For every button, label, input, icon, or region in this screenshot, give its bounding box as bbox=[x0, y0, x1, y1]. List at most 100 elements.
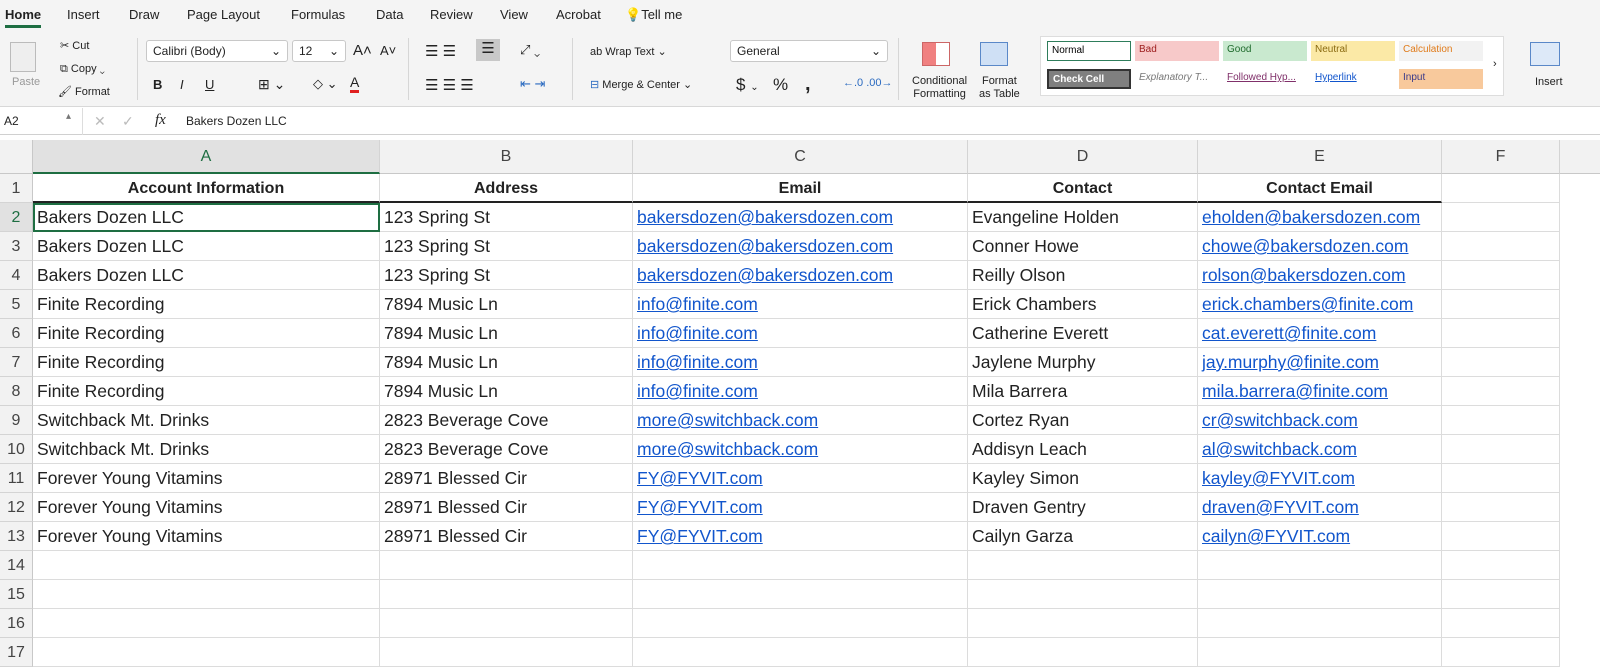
cell-C7[interactable]: info@finite.com bbox=[633, 348, 968, 377]
cell-D2[interactable]: Evangeline Holden bbox=[968, 203, 1198, 232]
cell-C16[interactable] bbox=[633, 609, 968, 638]
tab-home[interactable]: Home bbox=[5, 7, 42, 28]
column-header-C[interactable]: C bbox=[633, 140, 968, 174]
cell-F17[interactable] bbox=[1442, 638, 1560, 667]
cell-C11[interactable]: FY@FYVIT.com bbox=[633, 464, 968, 493]
orientation-icon[interactable]: ⤢ ⌄ bbox=[520, 42, 540, 58]
paste-button[interactable]: Paste bbox=[12, 76, 40, 88]
formula-input[interactable]: Bakers Dozen LLC bbox=[186, 114, 287, 128]
cell-B9[interactable]: 2823 Beverage Cove bbox=[380, 406, 633, 435]
cell-A11[interactable]: Forever Young Vitamins bbox=[33, 464, 380, 493]
percent-button[interactable]: % bbox=[773, 75, 788, 95]
cell-F2[interactable] bbox=[1442, 203, 1560, 232]
cell-F6[interactable] bbox=[1442, 319, 1560, 348]
cell-E11[interactable]: kayley@FYVIT.com bbox=[1198, 464, 1442, 493]
cell-D4[interactable]: Reilly Olson bbox=[968, 261, 1198, 290]
row-header-7[interactable]: 7 bbox=[0, 348, 33, 377]
cell-C13[interactable]: FY@FYVIT.com bbox=[633, 522, 968, 551]
cell-F13[interactable] bbox=[1442, 522, 1560, 551]
comma-button[interactable]: , bbox=[805, 73, 811, 96]
cell-style-neutral[interactable]: Neutral bbox=[1311, 41, 1395, 61]
cell-B8[interactable]: 7894 Music Ln bbox=[380, 377, 633, 406]
cell-A6[interactable]: Finite Recording bbox=[33, 319, 380, 348]
row-header-4[interactable]: 4 bbox=[0, 261, 33, 290]
font-name-select[interactable]: Calibri (Body) ⌄ bbox=[146, 40, 288, 62]
borders-icon[interactable]: ⊞ ⌄ bbox=[258, 76, 285, 93]
cell-A7[interactable]: Finite Recording bbox=[33, 348, 380, 377]
tab-formulas[interactable]: Formulas bbox=[291, 7, 345, 22]
cell-E9[interactable]: cr@switchback.com bbox=[1198, 406, 1442, 435]
cell-D3[interactable]: Conner Howe bbox=[968, 232, 1198, 261]
column-header-B[interactable]: B bbox=[380, 140, 633, 174]
cell-E4[interactable]: rolson@bakersdozen.com bbox=[1198, 261, 1442, 290]
bold-button[interactable]: B bbox=[153, 77, 162, 92]
cell-A4[interactable]: Bakers Dozen LLC bbox=[33, 261, 380, 290]
decrease-font-icon[interactable]: A˅ bbox=[380, 43, 396, 58]
enter-icon[interactable]: ✓ bbox=[122, 113, 134, 130]
cell-E10[interactable]: al@switchback.com bbox=[1198, 435, 1442, 464]
cell-D11[interactable]: Kayley Simon bbox=[968, 464, 1198, 493]
tab-data[interactable]: Data bbox=[376, 7, 403, 22]
cell-B2[interactable]: 123 Spring St bbox=[380, 203, 633, 232]
format-painter-button[interactable]: 🖌 Format bbox=[58, 85, 110, 98]
cell-F1[interactable] bbox=[1442, 174, 1560, 203]
cell-B17[interactable] bbox=[380, 638, 633, 667]
cell-style-normal[interactable]: Normal bbox=[1047, 41, 1131, 61]
row-header-9[interactable]: 9 bbox=[0, 406, 33, 435]
cell-B3[interactable]: 123 Spring St bbox=[380, 232, 633, 261]
cell-B1[interactable]: Address bbox=[380, 174, 633, 203]
cell-style-calculation[interactable]: Calculation bbox=[1399, 41, 1483, 61]
cell-B12[interactable]: 28971 Blessed Cir bbox=[380, 493, 633, 522]
row-header-11[interactable]: 11 bbox=[0, 464, 33, 493]
cell-F10[interactable] bbox=[1442, 435, 1560, 464]
cell-A10[interactable]: Switchback Mt. Drinks bbox=[33, 435, 380, 464]
row-header-17[interactable]: 17 bbox=[0, 638, 33, 667]
cell-F4[interactable] bbox=[1442, 261, 1560, 290]
cell-A15[interactable] bbox=[33, 580, 380, 609]
underline-button[interactable]: U bbox=[205, 77, 214, 92]
cell-E17[interactable] bbox=[1198, 638, 1442, 667]
row-header-3[interactable]: 3 bbox=[0, 232, 33, 261]
tab-tell-me[interactable]: 💡 Tell me bbox=[625, 7, 682, 23]
row-header-16[interactable]: 16 bbox=[0, 609, 33, 638]
cell-E5[interactable]: erick.chambers@finite.com bbox=[1198, 290, 1442, 319]
insert-button[interactable]: Insert bbox=[1535, 76, 1563, 88]
cell-style-good[interactable]: Good bbox=[1223, 41, 1307, 61]
row-header-14[interactable]: 14 bbox=[0, 551, 33, 580]
row-header-2[interactable]: 2 bbox=[0, 203, 33, 232]
cell-C9[interactable]: more@switchback.com bbox=[633, 406, 968, 435]
tab-acrobat[interactable]: Acrobat bbox=[556, 7, 601, 22]
cell-F14[interactable] bbox=[1442, 551, 1560, 580]
cell-A9[interactable]: Switchback Mt. Drinks bbox=[33, 406, 380, 435]
cell-A1[interactable]: Account Information bbox=[33, 174, 380, 203]
cell-F3[interactable] bbox=[1442, 232, 1560, 261]
cell-E13[interactable]: cailyn@FYVIT.com bbox=[1198, 522, 1442, 551]
cell-E3[interactable]: chowe@bakersdozen.com bbox=[1198, 232, 1442, 261]
cell-B13[interactable]: 28971 Blessed Cir bbox=[380, 522, 633, 551]
cell-E14[interactable] bbox=[1198, 551, 1442, 580]
row-header-13[interactable]: 13 bbox=[0, 522, 33, 551]
select-all-button[interactable] bbox=[0, 140, 33, 174]
cell-C15[interactable] bbox=[633, 580, 968, 609]
cell-C6[interactable]: info@finite.com bbox=[633, 319, 968, 348]
fill-color-icon[interactable]: ◇ ⌄ bbox=[313, 76, 338, 92]
font-size-select[interactable]: 12 ⌄ bbox=[292, 40, 346, 62]
number-format-select[interactable]: General ⌄ bbox=[730, 40, 888, 62]
conditional-formatting-icon[interactable] bbox=[922, 42, 950, 66]
cell-A8[interactable]: Finite Recording bbox=[33, 377, 380, 406]
cell-E6[interactable]: cat.everett@finite.com bbox=[1198, 319, 1442, 348]
insert-cells-icon[interactable] bbox=[1530, 42, 1560, 66]
paste-icon[interactable] bbox=[10, 42, 36, 72]
cell-E16[interactable] bbox=[1198, 609, 1442, 638]
cell-F5[interactable] bbox=[1442, 290, 1560, 319]
cell-C12[interactable]: FY@FYVIT.com bbox=[633, 493, 968, 522]
cell-B7[interactable]: 7894 Music Ln bbox=[380, 348, 633, 377]
cell-B15[interactable] bbox=[380, 580, 633, 609]
cell-style-check-cell[interactable]: Check Cell bbox=[1047, 69, 1131, 89]
cell-A14[interactable] bbox=[33, 551, 380, 580]
cell-A17[interactable] bbox=[33, 638, 380, 667]
cell-F12[interactable] bbox=[1442, 493, 1560, 522]
cell-D13[interactable]: Cailyn Garza bbox=[968, 522, 1198, 551]
cell-C10[interactable]: more@switchback.com bbox=[633, 435, 968, 464]
format-as-table-button[interactable]: Format as Table bbox=[979, 75, 1020, 101]
